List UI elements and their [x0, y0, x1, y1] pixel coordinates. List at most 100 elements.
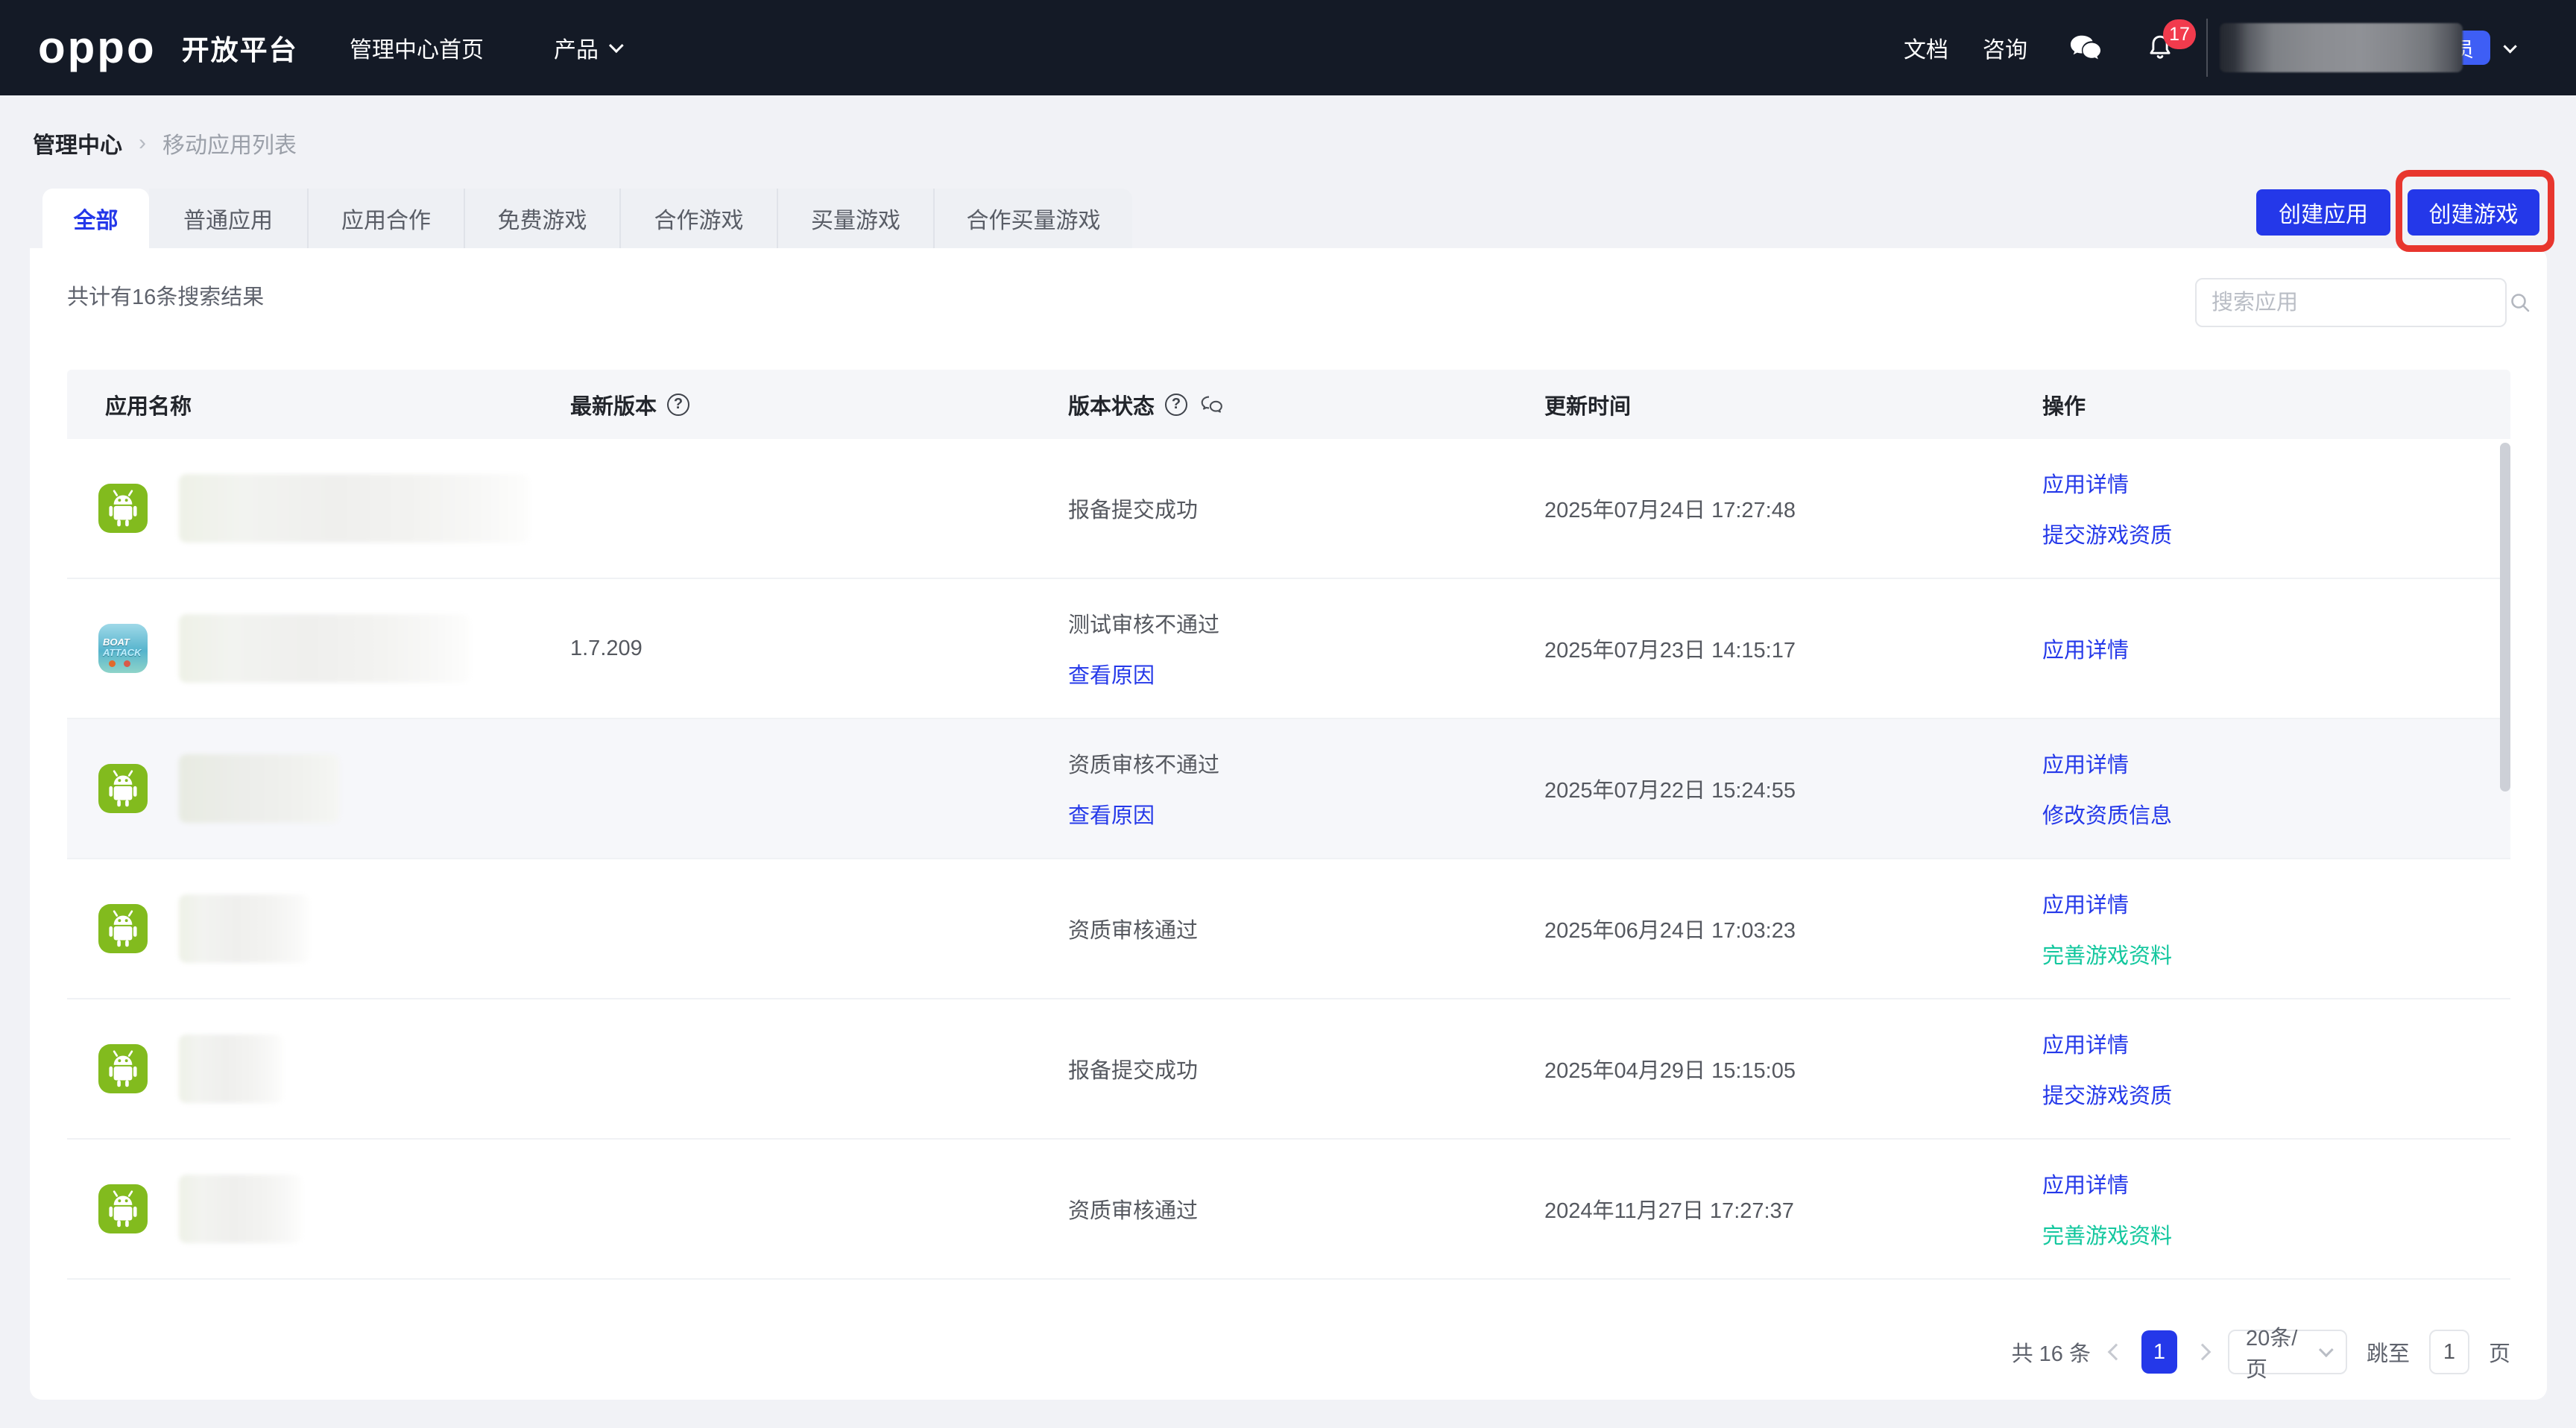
chevron-down-icon[interactable]: [2503, 39, 2517, 54]
app-name-cell: [98, 999, 283, 1138]
table-row: 资质审核不通过 查看原因 2025年07月22日 15:24:55 应用详情修改…: [67, 719, 2510, 859]
status-cell: 报备提交成功: [1068, 439, 1198, 578]
create-app-button[interactable]: 创建应用: [2256, 189, 2390, 236]
col-latest-version: 最新版本 ?: [570, 370, 690, 439]
tab-item-4[interactable]: 合作游戏: [619, 189, 777, 248]
top-bar: oppo 开放平台 管理中心首页 产品 文档 咨询 17: [0, 0, 2576, 95]
actions-cell: 应用详情修改资质信息: [2042, 719, 2172, 858]
docs-link[interactable]: 文档: [1904, 31, 1948, 64]
tab-item-2[interactable]: 应用合作: [307, 189, 464, 248]
page-size-value: 20条/页: [2245, 1327, 2298, 1382]
action-link[interactable]: 应用详情: [2042, 748, 2172, 779]
table-scrollbar-thumb[interactable]: [2500, 443, 2510, 792]
version-value: 1.7.209: [570, 636, 643, 660]
search-icon[interactable]: [2507, 290, 2533, 315]
jump-page-input[interactable]: [2428, 1330, 2469, 1374]
action-link[interactable]: 应用详情: [2042, 888, 2172, 919]
table-row: 资质审核通过 2025年06月24日 17:03:23 应用详情完善游戏资料: [67, 859, 2510, 999]
actions-cell: 应用详情提交游戏资质: [2042, 999, 2172, 1138]
breadcrumb-admin-center[interactable]: 管理中心: [33, 127, 122, 159]
col-label: 操作: [2042, 394, 2086, 419]
page-size-select[interactable]: 20条/页: [2227, 1327, 2347, 1382]
android-app-icon: [98, 1184, 148, 1233]
pagination-total: 共 16 条: [2011, 1342, 2091, 1366]
action-link[interactable]: 提交游戏资质: [2042, 518, 2172, 549]
table-header: 应用名称 最新版本 ? 版本状态 ? 更新时间 操作: [67, 370, 2510, 439]
platform-title: 开放平台: [181, 35, 298, 66]
nav-products[interactable]: 产品: [554, 31, 624, 64]
col-label: 应用名称: [105, 394, 192, 419]
table-row: 报备提交成功 2025年07月24日 17:27:48 应用详情提交游戏资质: [67, 439, 2510, 579]
prev-page-icon[interactable]: [2107, 1343, 2125, 1361]
action-link[interactable]: 应用详情: [2042, 1168, 2172, 1199]
action-link[interactable]: 完善游戏资料: [2042, 938, 2172, 970]
action-link[interactable]: 应用详情: [2042, 467, 2172, 499]
status-text: 报备提交成功: [1068, 1059, 1199, 1083]
status-cell: 资质审核通过: [1068, 859, 1198, 998]
current-page-button[interactable]: 1: [2141, 1330, 2177, 1374]
pagination: 共 16 条 1 20条/页 跳至 页: [2011, 1327, 2510, 1382]
header-divider: [2206, 19, 2208, 77]
view-reason-link[interactable]: 查看原因: [1068, 798, 1219, 830]
app-name-cell: BOAT ATTACK: [98, 579, 470, 718]
action-link[interactable]: 应用详情: [2042, 1028, 2172, 1059]
view-reason-link[interactable]: 查看原因: [1068, 658, 1219, 689]
breadcrumb: 管理中心 › 移动应用列表: [33, 127, 297, 159]
wechat-icon[interactable]: [2066, 28, 2105, 67]
col-update-time: 更新时间: [1544, 370, 1631, 439]
tab-item-6[interactable]: 合作买量游戏: [933, 189, 1132, 248]
help-icon[interactable]: ?: [1165, 393, 1188, 416]
top-nav: 管理中心首页 产品: [350, 0, 624, 95]
table-row: 资质审核通过 2024年11月27日 17:27:37 应用详情完善游戏资料: [67, 1140, 2510, 1280]
nav-admin-home[interactable]: 管理中心首页: [350, 31, 484, 64]
result-count-text: 共计有16条搜索结果: [67, 285, 265, 309]
game-icon-text: ATTACK: [103, 647, 142, 658]
chat-bubbles-icon[interactable]: [1198, 391, 1226, 419]
action-link[interactable]: 应用详情: [2042, 633, 2129, 664]
tab-item-0[interactable]: 全部: [42, 189, 149, 248]
tab-item-3[interactable]: 免费游戏: [464, 189, 619, 248]
game-icon-text: BOAT: [103, 636, 130, 648]
col-label: 版本状态: [1068, 394, 1155, 419]
app-name-redacted: [179, 894, 309, 963]
update-time: 2025年07月23日 14:15:17: [1544, 639, 1796, 663]
update-time: 2024年11月27日 17:27:37: [1544, 1199, 1794, 1223]
app-table: 应用名称 最新版本 ? 版本状态 ? 更新时间 操作 报备提交成功 2025年0…: [67, 370, 2510, 1280]
oppo-logo: oppo: [38, 22, 157, 72]
top-right-cluster: 文档 咨询 17 管理员: [1904, 0, 2517, 95]
chevron-down-icon: [2318, 1342, 2334, 1358]
status-text: 资质审核通过: [1068, 919, 1199, 943]
status-text: 报备提交成功: [1068, 499, 1199, 522]
col-version-status: 版本状态 ?: [1068, 370, 1226, 439]
update-time: 2025年06月24日 17:03:23: [1544, 919, 1796, 943]
help-icon[interactable]: ?: [667, 393, 690, 416]
next-page-icon[interactable]: [2194, 1343, 2212, 1361]
chevron-down-icon: [608, 38, 624, 54]
status-cell: 资质审核通过: [1068, 1140, 1198, 1278]
game-icon-detail: [124, 660, 130, 667]
notifications-bell[interactable]: 17: [2144, 19, 2196, 66]
status-cell: 测试审核不通过 查看原因: [1068, 579, 1219, 718]
action-link[interactable]: 修改资质信息: [2042, 798, 2172, 830]
user-name-redacted[interactable]: [2220, 23, 2463, 72]
status-text: 测试审核不通过: [1068, 613, 1220, 637]
status-cell: 报备提交成功: [1068, 999, 1198, 1138]
consult-link[interactable]: 咨询: [1983, 31, 2027, 64]
notification-count-badge: 17: [2163, 19, 2196, 49]
brand: oppo 开放平台: [38, 0, 298, 95]
update-time: 2025年07月24日 17:27:48: [1544, 499, 1796, 522]
actions-cell: 应用详情提交游戏资质: [2042, 439, 2172, 578]
app-name-cell: [98, 719, 339, 858]
action-link[interactable]: 完善游戏资料: [2042, 1219, 2172, 1250]
game-app-icon: BOAT ATTACK: [98, 624, 148, 673]
tab-item-1[interactable]: 普通应用: [149, 189, 307, 248]
action-link[interactable]: 提交游戏资质: [2042, 1078, 2172, 1110]
app-name-redacted: [179, 614, 470, 683]
status-cell: 资质审核不通过 查看原因: [1068, 719, 1219, 858]
tab-item-5[interactable]: 买量游戏: [777, 189, 933, 248]
nav-products-label: 产品: [554, 38, 599, 63]
status-text: 资质审核不通过: [1068, 754, 1220, 777]
search-input[interactable]: [2197, 279, 2507, 326]
create-game-button[interactable]: 创建游戏: [2408, 189, 2539, 236]
update-time: 2025年07月22日 15:24:55: [1544, 779, 1796, 803]
